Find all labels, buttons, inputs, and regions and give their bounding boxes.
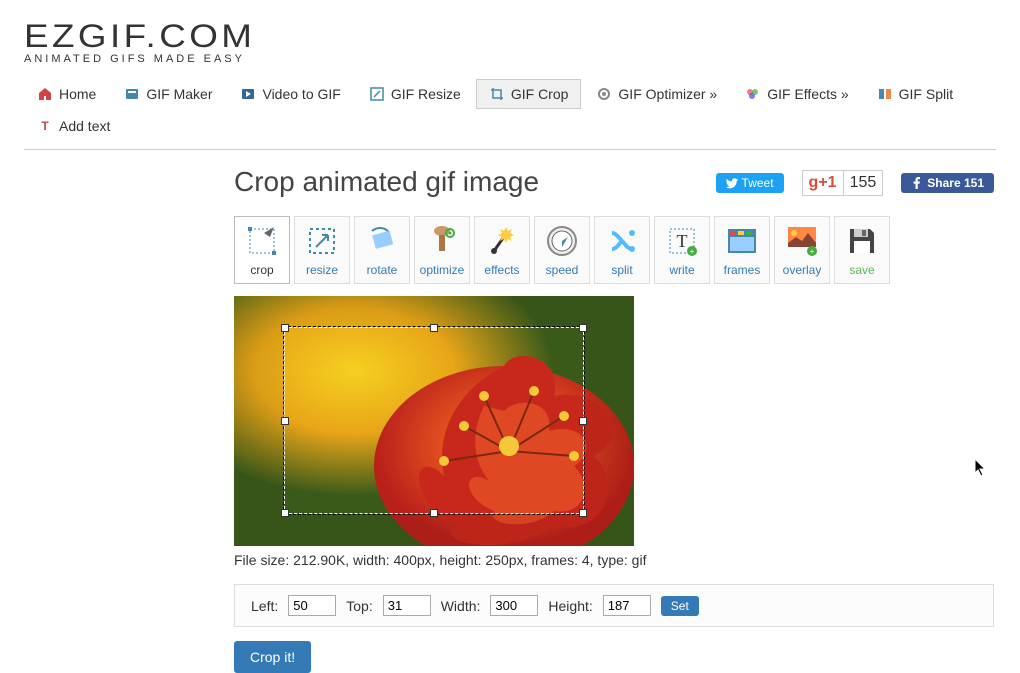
tool-toolbar: crop resize rotate optimize effects spee…: [234, 216, 994, 284]
left-input[interactable]: [288, 595, 336, 616]
nav-gif-split[interactable]: GIF Split: [864, 79, 966, 109]
facebook-icon: [911, 177, 923, 189]
handle-bottom-left[interactable]: [281, 509, 289, 517]
tool-write[interactable]: T+ write: [654, 216, 710, 284]
main-nav: Home GIF Maker Video to GIF GIF Resize G…: [24, 71, 996, 150]
tool-speed-icon: [544, 223, 580, 259]
nav-gif-optimizer[interactable]: GIF Optimizer »: [583, 79, 730, 109]
left-label: Left:: [251, 598, 278, 614]
crop-icon: [489, 86, 505, 102]
tool-resize[interactable]: resize: [294, 216, 350, 284]
tool-overlay[interactable]: + overlay: [774, 216, 830, 284]
top-input[interactable]: [383, 595, 431, 616]
width-label: Width:: [441, 598, 481, 614]
tool-frames[interactable]: frames: [714, 216, 770, 284]
svg-text:T: T: [41, 119, 49, 133]
site-logo[interactable]: EZGIF.COM ANIMATED GIFS MADE EASY: [24, 0, 996, 71]
resize-icon: [369, 86, 385, 102]
tool-save[interactable]: save: [834, 216, 890, 284]
tool-crop-icon: [244, 223, 280, 259]
nav-gif-resize[interactable]: GIF Resize: [356, 79, 474, 109]
tool-write-icon: T+: [664, 223, 700, 259]
tool-speed[interactable]: speed: [534, 216, 590, 284]
handle-mid-right[interactable]: [579, 417, 587, 425]
nav-gif-effects[interactable]: GIF Effects »: [732, 79, 861, 109]
handle-bottom-right[interactable]: [579, 509, 587, 517]
handle-top-right[interactable]: [579, 324, 587, 332]
home-icon: [37, 86, 53, 102]
crop-selection[interactable]: [284, 327, 584, 514]
nav-gif-crop[interactable]: GIF Crop: [476, 79, 582, 109]
tool-optimize-icon: [424, 223, 460, 259]
crop-params: Left: Top: Width: Height: Set: [234, 584, 994, 627]
nav-add-text[interactable]: T Add text: [24, 111, 123, 141]
svg-text:T: T: [677, 231, 688, 251]
save-icon: [844, 223, 880, 259]
split-icon: [877, 86, 893, 102]
twitter-icon: [726, 177, 738, 189]
nav-video-to-gif[interactable]: Video to GIF: [227, 79, 353, 109]
video-icon: [240, 86, 256, 102]
logo-title: EZGIF.COM: [24, 18, 1020, 55]
tool-effects[interactable]: effects: [474, 216, 530, 284]
tool-frames-icon: [724, 223, 760, 259]
height-input[interactable]: [603, 595, 651, 616]
set-button[interactable]: Set: [661, 596, 699, 616]
file-info: File size: 212.90K, width: 400px, height…: [234, 552, 994, 568]
nav-home[interactable]: Home: [24, 79, 109, 109]
tool-resize-icon: [304, 223, 340, 259]
tweet-button[interactable]: Tweet: [716, 173, 784, 193]
optimizer-icon: [596, 86, 612, 102]
tool-overlay-icon: +: [784, 223, 820, 259]
text-icon: T: [37, 118, 53, 134]
fb-share-button[interactable]: Share 151: [901, 173, 994, 193]
tool-effects-icon: [484, 223, 520, 259]
svg-text:+: +: [690, 247, 695, 256]
nav-gif-maker[interactable]: GIF Maker: [111, 79, 225, 109]
svg-text:+: +: [810, 247, 815, 256]
effects-icon: [745, 86, 761, 102]
tool-optimize[interactable]: optimize: [414, 216, 470, 284]
tool-rotate-icon: [364, 223, 400, 259]
width-input[interactable]: [490, 595, 538, 616]
gplus-button[interactable]: g+1 155: [802, 170, 884, 196]
tool-crop[interactable]: crop: [234, 216, 290, 284]
crop-it-button[interactable]: Crop it!: [234, 641, 311, 673]
handle-top-center[interactable]: [430, 324, 438, 332]
tool-split-icon: [604, 223, 640, 259]
handle-bottom-center[interactable]: [430, 509, 438, 517]
tool-rotate[interactable]: rotate: [354, 216, 410, 284]
image-preview[interactable]: [234, 296, 634, 546]
maker-icon: [124, 86, 140, 102]
social-buttons: Tweet g+1 155 Share 151: [716, 170, 994, 196]
handle-mid-left[interactable]: [281, 417, 289, 425]
height-label: Height:: [548, 598, 592, 614]
tool-split[interactable]: split: [594, 216, 650, 284]
handle-top-left[interactable]: [281, 324, 289, 332]
top-label: Top:: [346, 598, 372, 614]
